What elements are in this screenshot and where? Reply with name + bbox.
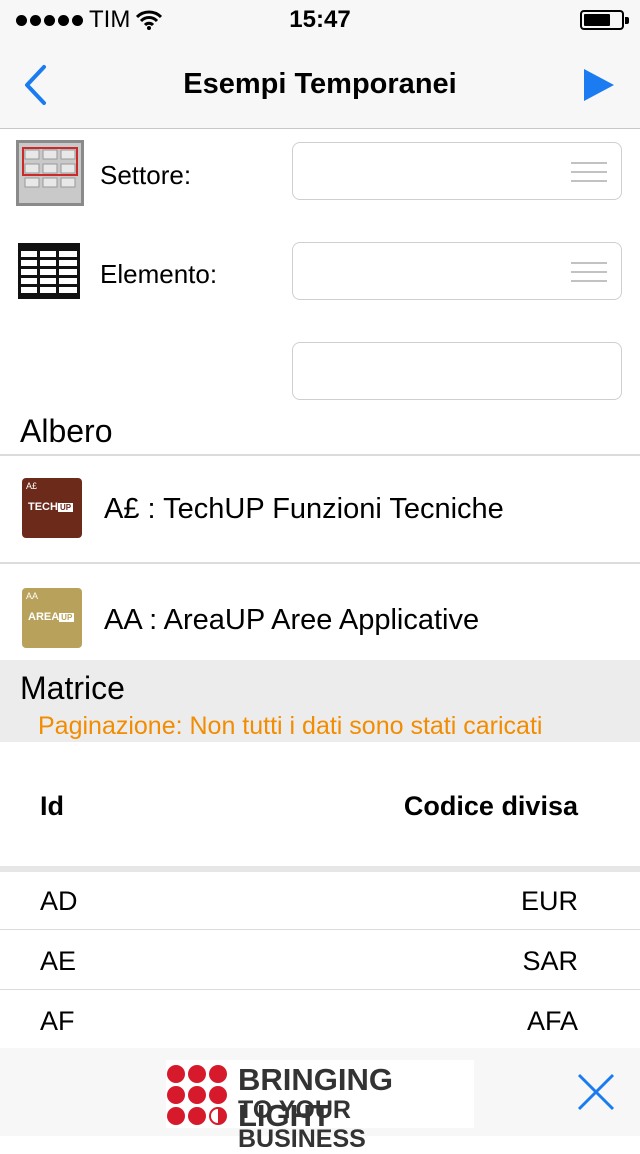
tree-section-title: Albero [20,413,113,449]
cell-id: AF [40,1006,75,1036]
tree-item[interactable]: AA AREA UP AA : AreaUP Aree Applicative [0,564,640,660]
table-row[interactable]: AF AFA [0,992,640,1048]
pagination-warning: Paginazione: Non tutti i dati sono stati… [38,712,543,740]
element-table-icon [18,243,80,299]
ad-footer: BRINGING LIGHT TO YOUR BUSINESS [0,1048,640,1153]
cell-currency: SAR [522,946,578,976]
sector-label: Settore: [100,160,192,190]
play-icon[interactable] [583,68,615,102]
navigation-bar: Esempi Temporanei [0,40,640,129]
tree-item-label: A£ : TechUP Funzioni Tecniche [104,493,504,525]
close-icon[interactable] [577,1073,615,1111]
sector-select[interactable] [292,142,622,200]
row-divider [0,929,640,930]
cell-id: AE [40,946,77,976]
battery-icon [580,10,629,30]
banner-line-2: TO YOUR BUSINESS [238,1096,366,1153]
table-row[interactable]: AE SAR [0,932,640,988]
tree-item[interactable]: A£ TECH UP A£ : TechUP Funzioni Tecniche [0,456,640,562]
tree-item-label: AA : AreaUP Aree Applicative [104,604,480,636]
areaup-icon: AA AREA UP [22,588,82,648]
matrix-header: Matrice Paginazione: Non tutti i dati so… [0,660,640,742]
column-header-id[interactable]: Id [40,791,64,822]
ad-banner[interactable]: BRINGING LIGHT TO YOUR BUSINESS [166,1060,474,1153]
row-divider [0,989,640,990]
column-header-currency[interactable]: Codice divisa [404,791,578,822]
cell-currency: AFA [526,1006,578,1036]
page-title: Esempi Temporanei [183,68,457,100]
dots-logo-icon [167,1065,227,1125]
list-icon[interactable] [571,162,607,182]
status-time: 15:47 [289,6,351,33]
element-label: Elemento: [100,259,218,289]
cell-currency: EUR [520,886,578,916]
techup-icon: A£ TECH UP [22,478,82,538]
list-icon[interactable] [571,262,607,282]
cell-id: AD [40,886,78,916]
status-bar: TIM 15:47 [0,0,640,40]
matrix-section-title: Matrice [20,670,125,706]
sector-grid-icon [16,140,84,206]
element-select[interactable] [292,242,622,300]
extra-input[interactable] [292,342,622,400]
table-row[interactable]: AD EUR [0,872,640,928]
